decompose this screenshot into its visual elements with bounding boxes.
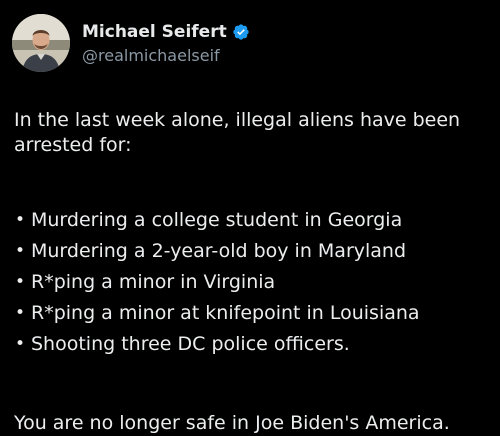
bullet: •	[15, 241, 26, 261]
tweet-closing: You are no longer safe in Joe Biden's Am…	[14, 412, 450, 434]
list-item: • R*ping a minor in Virginia	[14, 267, 420, 298]
list-item: • Murdering a college student in Georgia	[14, 205, 420, 236]
list-item: • Shooting three DC police officers.	[14, 329, 420, 360]
list-item: • R*ping a minor at knifepoint in Louisia…	[14, 298, 420, 329]
bullet: •	[15, 272, 26, 292]
list-item-text: R*ping a minor in Virginia	[31, 271, 276, 293]
avatar[interactable]	[12, 14, 70, 72]
avatar-image	[12, 14, 70, 72]
author-handle[interactable]: @realmichaelseif	[82, 46, 250, 65]
list-item-text: Murdering a 2-year-old boy in Maryland	[31, 240, 407, 262]
list-item-text: Murdering a college student in Georgia	[31, 209, 403, 231]
verified-badge-icon	[232, 23, 250, 41]
tweet-card: Michael Seifert @realmichaelseif In the …	[0, 0, 500, 434]
list-item-text: R*ping a minor at knifepoint in Louisian…	[31, 302, 420, 324]
author-names: Michael Seifert @realmichaelseif	[82, 21, 250, 65]
list-item-text: Shooting three DC police officers.	[31, 333, 350, 355]
display-name[interactable]: Michael Seifert	[82, 22, 227, 42]
name-row: Michael Seifert	[82, 22, 250, 42]
bullet: •	[15, 334, 26, 354]
tweet-header: Michael Seifert @realmichaelseif	[12, 13, 250, 73]
crime-list: • Murdering a college student in Georgia …	[14, 205, 420, 360]
bullet: •	[15, 303, 26, 323]
tweet-body: In the last week alone, illegal aliens h…	[14, 108, 494, 434]
tweet-intro: In the last week alone, illegal aliens h…	[14, 109, 461, 156]
list-item: • Murdering a 2-year-old boy in Maryland	[14, 236, 420, 267]
bullet: •	[15, 210, 26, 230]
